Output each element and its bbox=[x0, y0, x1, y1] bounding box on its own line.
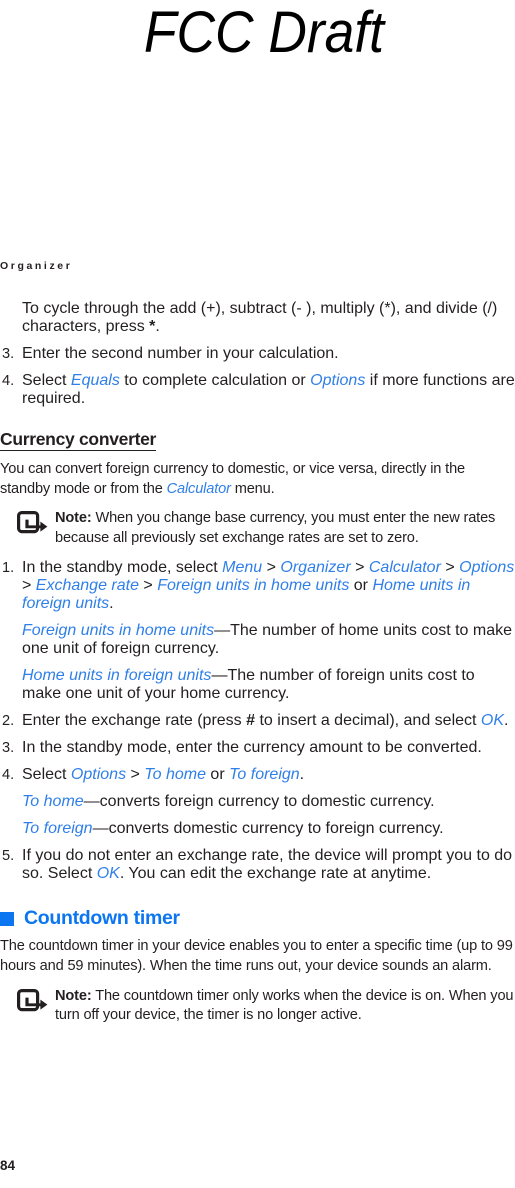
intro-period: . bbox=[155, 318, 160, 335]
blue-square-bullet-icon bbox=[0, 912, 14, 927]
list-number: 5. bbox=[2, 848, 15, 865]
intro-paragraph-text: To cycle through the add (+), subtract (… bbox=[22, 300, 498, 335]
note-callout: Note: The countdown timer only works whe… bbox=[0, 987, 515, 1026]
list-item: 3. Enter the second number in your calcu… bbox=[0, 345, 515, 363]
list-item-text-mid: to insert a decimal), and select bbox=[255, 712, 481, 730]
list-item-text-suffix: . You can edit the exchange rate at anyt… bbox=[119, 865, 432, 883]
path-separator: > bbox=[262, 559, 281, 577]
ui-reference-ok: OK bbox=[96, 865, 120, 883]
note-callout: Note: When you change base currency, you… bbox=[0, 509, 515, 548]
list-number: 2. bbox=[2, 713, 15, 730]
ui-reference-menu: Menu bbox=[222, 559, 263, 577]
definition-dash: — bbox=[214, 622, 231, 640]
list-item-text-suffix: . bbox=[504, 712, 509, 730]
ui-reference-calculator: Calculator bbox=[166, 480, 231, 497]
ui-reference-equals: Equals bbox=[70, 372, 120, 389]
path-separator: > bbox=[22, 577, 36, 595]
heading-countdown-timer-label: Countdown timer bbox=[24, 907, 180, 930]
page-number: 84 bbox=[0, 1158, 16, 1173]
path-separator: > bbox=[138, 577, 158, 595]
list-item: 1. In the standby mode, select Menu > Or… bbox=[0, 559, 515, 613]
definition-term: To home bbox=[22, 793, 84, 811]
definition-dash: — bbox=[211, 667, 228, 685]
hash-key: # bbox=[246, 712, 256, 730]
document-page: FCC Draft Organizer To cycle through the… bbox=[0, 0, 515, 1188]
definition-term: To foreign bbox=[22, 820, 93, 838]
ui-reference-foreign-units-in-home-units: Foreign units in home units bbox=[157, 577, 350, 595]
ui-reference-organizer: Organizer bbox=[280, 559, 351, 577]
note-body: When you change base currency, you must … bbox=[55, 510, 496, 546]
list-item: 2. Enter the exchange rate (press # to i… bbox=[0, 712, 515, 730]
definition-term: Home units in foreign units bbox=[22, 667, 212, 685]
list-number: 4. bbox=[2, 767, 15, 784]
ui-reference-options: Options bbox=[70, 766, 127, 784]
definition-paragraph: Home units in foreign units—The number o… bbox=[0, 667, 515, 703]
list-number: 1. bbox=[2, 560, 15, 577]
list-number: 3. bbox=[2, 740, 15, 757]
list-item: 3. In the standby mode, enter the curren… bbox=[0, 739, 515, 757]
list-item: 4. Select Equals to complete calculation… bbox=[0, 372, 515, 408]
note-label: Note: bbox=[55, 987, 92, 1004]
heading-currency-converter: Currency converter bbox=[0, 429, 157, 451]
definition-dash: — bbox=[83, 793, 100, 811]
list-item-text-prefix: Select bbox=[22, 766, 71, 784]
definition-text: converts foreign currency to domestic cu… bbox=[99, 793, 435, 811]
path-or-word: or bbox=[349, 577, 373, 595]
list-item: 5. If you do not enter an exchange rate,… bbox=[0, 847, 515, 883]
list-item-text-mid: to complete calculation or bbox=[119, 372, 311, 389]
ui-reference-calculator: Calculator bbox=[368, 559, 441, 577]
heading-countdown-timer: Countdown timer bbox=[0, 906, 515, 930]
list-item: 4. Select Options > To home or To foreig… bbox=[0, 766, 515, 784]
ui-reference-to-home: To home bbox=[144, 766, 206, 784]
definition-term: Foreign units in home units bbox=[22, 622, 215, 640]
currency-converter-heading-wrap: Currency converter bbox=[0, 428, 515, 454]
path-separator: > bbox=[440, 559, 460, 577]
ui-reference-ok: OK bbox=[480, 712, 505, 730]
list-number: 4. bbox=[2, 373, 15, 389]
path-end-period: . bbox=[109, 595, 114, 613]
definition-paragraph: Foreign units in home units—The number o… bbox=[0, 622, 515, 658]
note-text: Note: The countdown timer only works whe… bbox=[55, 987, 515, 1026]
ui-reference-exchange-rate: Exchange rate bbox=[35, 577, 139, 595]
ui-reference-options: Options bbox=[310, 372, 366, 389]
note-callout-icon bbox=[17, 988, 49, 1013]
list-item-text: Enter the second number in your calculat… bbox=[22, 345, 339, 362]
fcc-draft-watermark: FCC Draft bbox=[143, 0, 384, 65]
definition-text: converts domestic currency to foreign cu… bbox=[108, 820, 444, 838]
currency-intro-suffix: menu. bbox=[230, 480, 275, 497]
note-callout-icon bbox=[17, 511, 49, 535]
running-header-organizer: Organizer bbox=[0, 260, 73, 272]
list-item-text-suffix: . bbox=[299, 766, 305, 784]
definition-paragraph: To foreign—converts domestic currency to… bbox=[0, 820, 515, 838]
note-body: The countdown timer only works when the … bbox=[55, 987, 514, 1024]
countdown-timer-heading-wrap: Countdown timer bbox=[0, 906, 515, 930]
intro-paragraph: To cycle through the add (+), subtract (… bbox=[0, 300, 515, 336]
countdown-paragraph: The countdown timer in your device enabl… bbox=[0, 938, 513, 974]
path-separator: > bbox=[126, 766, 145, 784]
definition-paragraph: To home—converts foreign currency to dom… bbox=[0, 793, 515, 811]
ui-reference-to-foreign: To foreign bbox=[229, 766, 300, 784]
list-item-text-prefix: In the standby mode, select bbox=[22, 559, 223, 577]
path-separator: > bbox=[350, 559, 369, 577]
list-item-text: In the standby mode, enter the currency … bbox=[22, 739, 482, 757]
page-content: To cycle through the add (+), subtract (… bbox=[0, 300, 515, 1037]
list-item-text-prefix: Select bbox=[22, 372, 71, 389]
path-or-word: or bbox=[205, 766, 230, 784]
definition-dash: — bbox=[92, 820, 109, 838]
list-item-text-prefix: Enter the exchange rate (press bbox=[22, 712, 247, 730]
note-label: Note: bbox=[55, 510, 92, 527]
ui-reference-options: Options bbox=[459, 559, 515, 577]
list-number: 3. bbox=[2, 346, 15, 362]
note-text: Note: When you change base currency, you… bbox=[55, 509, 515, 548]
currency-intro-paragraph: You can convert foreign currency to dome… bbox=[0, 460, 515, 499]
